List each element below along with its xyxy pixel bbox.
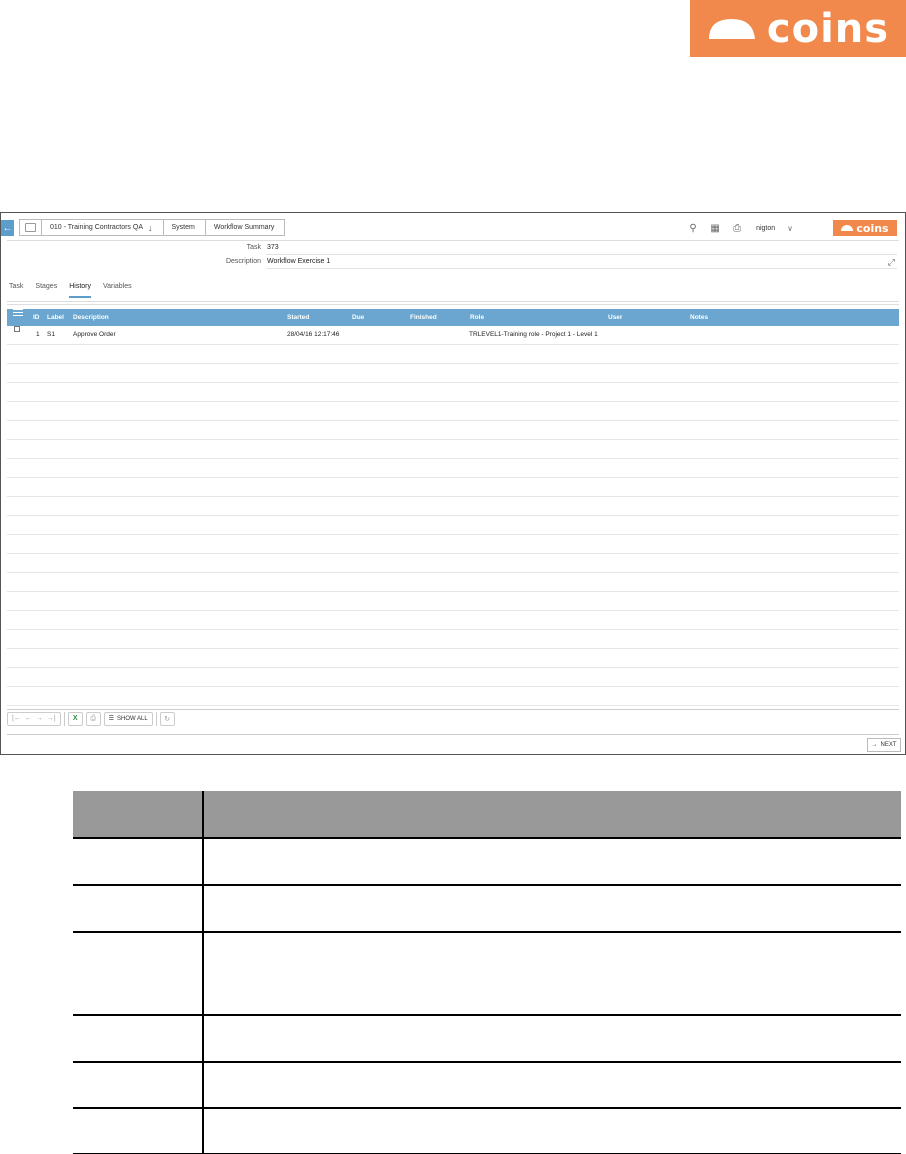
list-icon: ☰ (108, 716, 115, 722)
table-row (73, 932, 901, 1016)
arrow-down-icon[interactable]: ↓ (148, 223, 153, 233)
empty-row (7, 459, 899, 478)
tab-stages[interactable]: Stages (35, 283, 57, 298)
row-checkbox[interactable] (14, 326, 20, 332)
search-icon[interactable]: ⚲ (688, 223, 698, 234)
empty-row (7, 497, 899, 516)
empty-row (7, 535, 899, 554)
col-role[interactable]: Role (470, 309, 484, 326)
reference-table (73, 791, 901, 1154)
empty-row (7, 649, 899, 668)
breadcrumb-workflow-summary[interactable]: Workflow Summary (205, 219, 286, 236)
col-user[interactable]: User (608, 309, 622, 326)
breadcrumb-company[interactable]: 010 - Training Contractors QA ↓ (42, 219, 164, 236)
empty-row (7, 573, 899, 592)
empty-row (7, 478, 899, 497)
empty-row (7, 611, 899, 630)
empty-row (7, 687, 899, 706)
back-button[interactable]: ← (1, 220, 14, 236)
task-field: Task 373 (246, 244, 279, 251)
col-due[interactable]: Due (352, 309, 364, 326)
empty-row (7, 554, 899, 573)
next-button[interactable]: → NEXT (867, 738, 901, 752)
brand-name: coins (766, 5, 890, 52)
table-header-cell (73, 791, 204, 839)
top-toolbar: ⚲ ▦ ⎙ nigton ∨ coins (688, 220, 897, 236)
refresh-button[interactable]: ↻ (159, 711, 175, 726)
expand-icon[interactable]: ⤢ (888, 257, 895, 268)
prev-page-icon[interactable]: ← (25, 715, 32, 722)
breadcrumb-system[interactable]: System (163, 219, 206, 236)
print-icon[interactable]: ⎙ (732, 223, 742, 234)
breadcrumb-home[interactable] (19, 219, 42, 236)
show-all-button[interactable]: ☰ SHOW ALL (103, 711, 153, 726)
tab-history[interactable]: History (69, 283, 91, 298)
user-name[interactable]: nigton (756, 225, 775, 232)
empty-row (7, 345, 899, 364)
empty-row (7, 383, 899, 402)
empty-row (7, 592, 899, 611)
breadcrumb: 010 - Training Contractors QA ↓ System W… (19, 219, 286, 236)
col-description[interactable]: Description (73, 309, 109, 326)
chevron-down-icon[interactable]: ∨ (787, 224, 793, 233)
app-window: ← 010 - Training Contractors QA ↓ System… (0, 212, 906, 755)
coins-logo: coins (690, 0, 906, 57)
empty-row (7, 364, 899, 383)
grid-toolbar: |← ← → →| X ⎙ ☰ SHOW ALL ↻ (7, 709, 899, 727)
table-header-cell (203, 791, 901, 839)
empty-row (7, 516, 899, 535)
arrow-right-icon: → (871, 742, 878, 748)
table-row (73, 838, 901, 886)
home-box-icon (25, 223, 36, 232)
table-row (73, 1108, 901, 1154)
next-page-icon[interactable]: → (36, 715, 43, 722)
tab-task[interactable]: Task (9, 283, 23, 298)
table-row (73, 1015, 901, 1063)
helmet-icon (707, 17, 757, 41)
grid-menu-icon[interactable]: ▦ (710, 223, 720, 234)
col-label[interactable]: Label (47, 309, 64, 326)
description-field: Description Workflow Exercise 1 (225, 258, 331, 265)
empty-row (7, 440, 899, 459)
print-button[interactable]: ⎙ (85, 711, 101, 726)
empty-row (7, 630, 899, 649)
tab-bar: Task Stages History Variables (9, 283, 144, 298)
history-grid: ID Label Description Started Due Finishe… (7, 309, 899, 706)
empty-row (7, 402, 899, 421)
helmet-icon (841, 225, 854, 231)
first-page-icon[interactable]: |← (12, 715, 21, 722)
col-finished[interactable]: Finished (410, 309, 437, 326)
tab-variables[interactable]: Variables (103, 283, 132, 298)
excel-export-button[interactable]: X (67, 711, 83, 726)
col-started[interactable]: Started (287, 309, 309, 326)
col-id[interactable]: ID (33, 309, 40, 326)
menu-icon[interactable] (13, 309, 23, 316)
table-row (73, 1062, 901, 1109)
grid-header: ID Label Description Started Due Finishe… (7, 309, 899, 326)
empty-row (7, 421, 899, 440)
table-row[interactable]: 1 S1 Approve Order 28/04/16 12:17:46 TRL… (7, 326, 899, 345)
empty-row (7, 668, 899, 687)
table-row (73, 885, 901, 933)
col-notes[interactable]: Notes (690, 309, 708, 326)
last-page-icon[interactable]: →| (47, 715, 56, 722)
coins-mini-logo: coins (833, 220, 897, 236)
pager-group: |← ← → →| (7, 711, 61, 726)
